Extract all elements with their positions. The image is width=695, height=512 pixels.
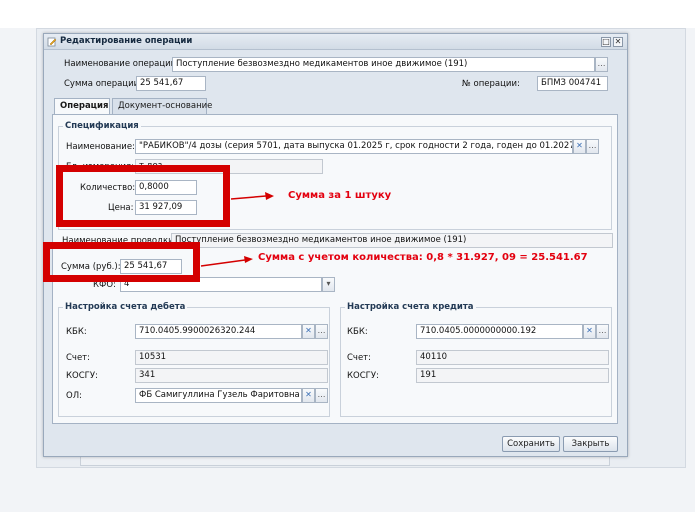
unit-price-annotation: Сумма за 1 штуку bbox=[288, 190, 392, 201]
arrow-icon bbox=[200, 256, 253, 267]
sum-with-quantity-annotation: Сумма с учетом количества: 0,8 * 31.927,… bbox=[258, 252, 588, 263]
arrow-icon bbox=[230, 192, 274, 200]
